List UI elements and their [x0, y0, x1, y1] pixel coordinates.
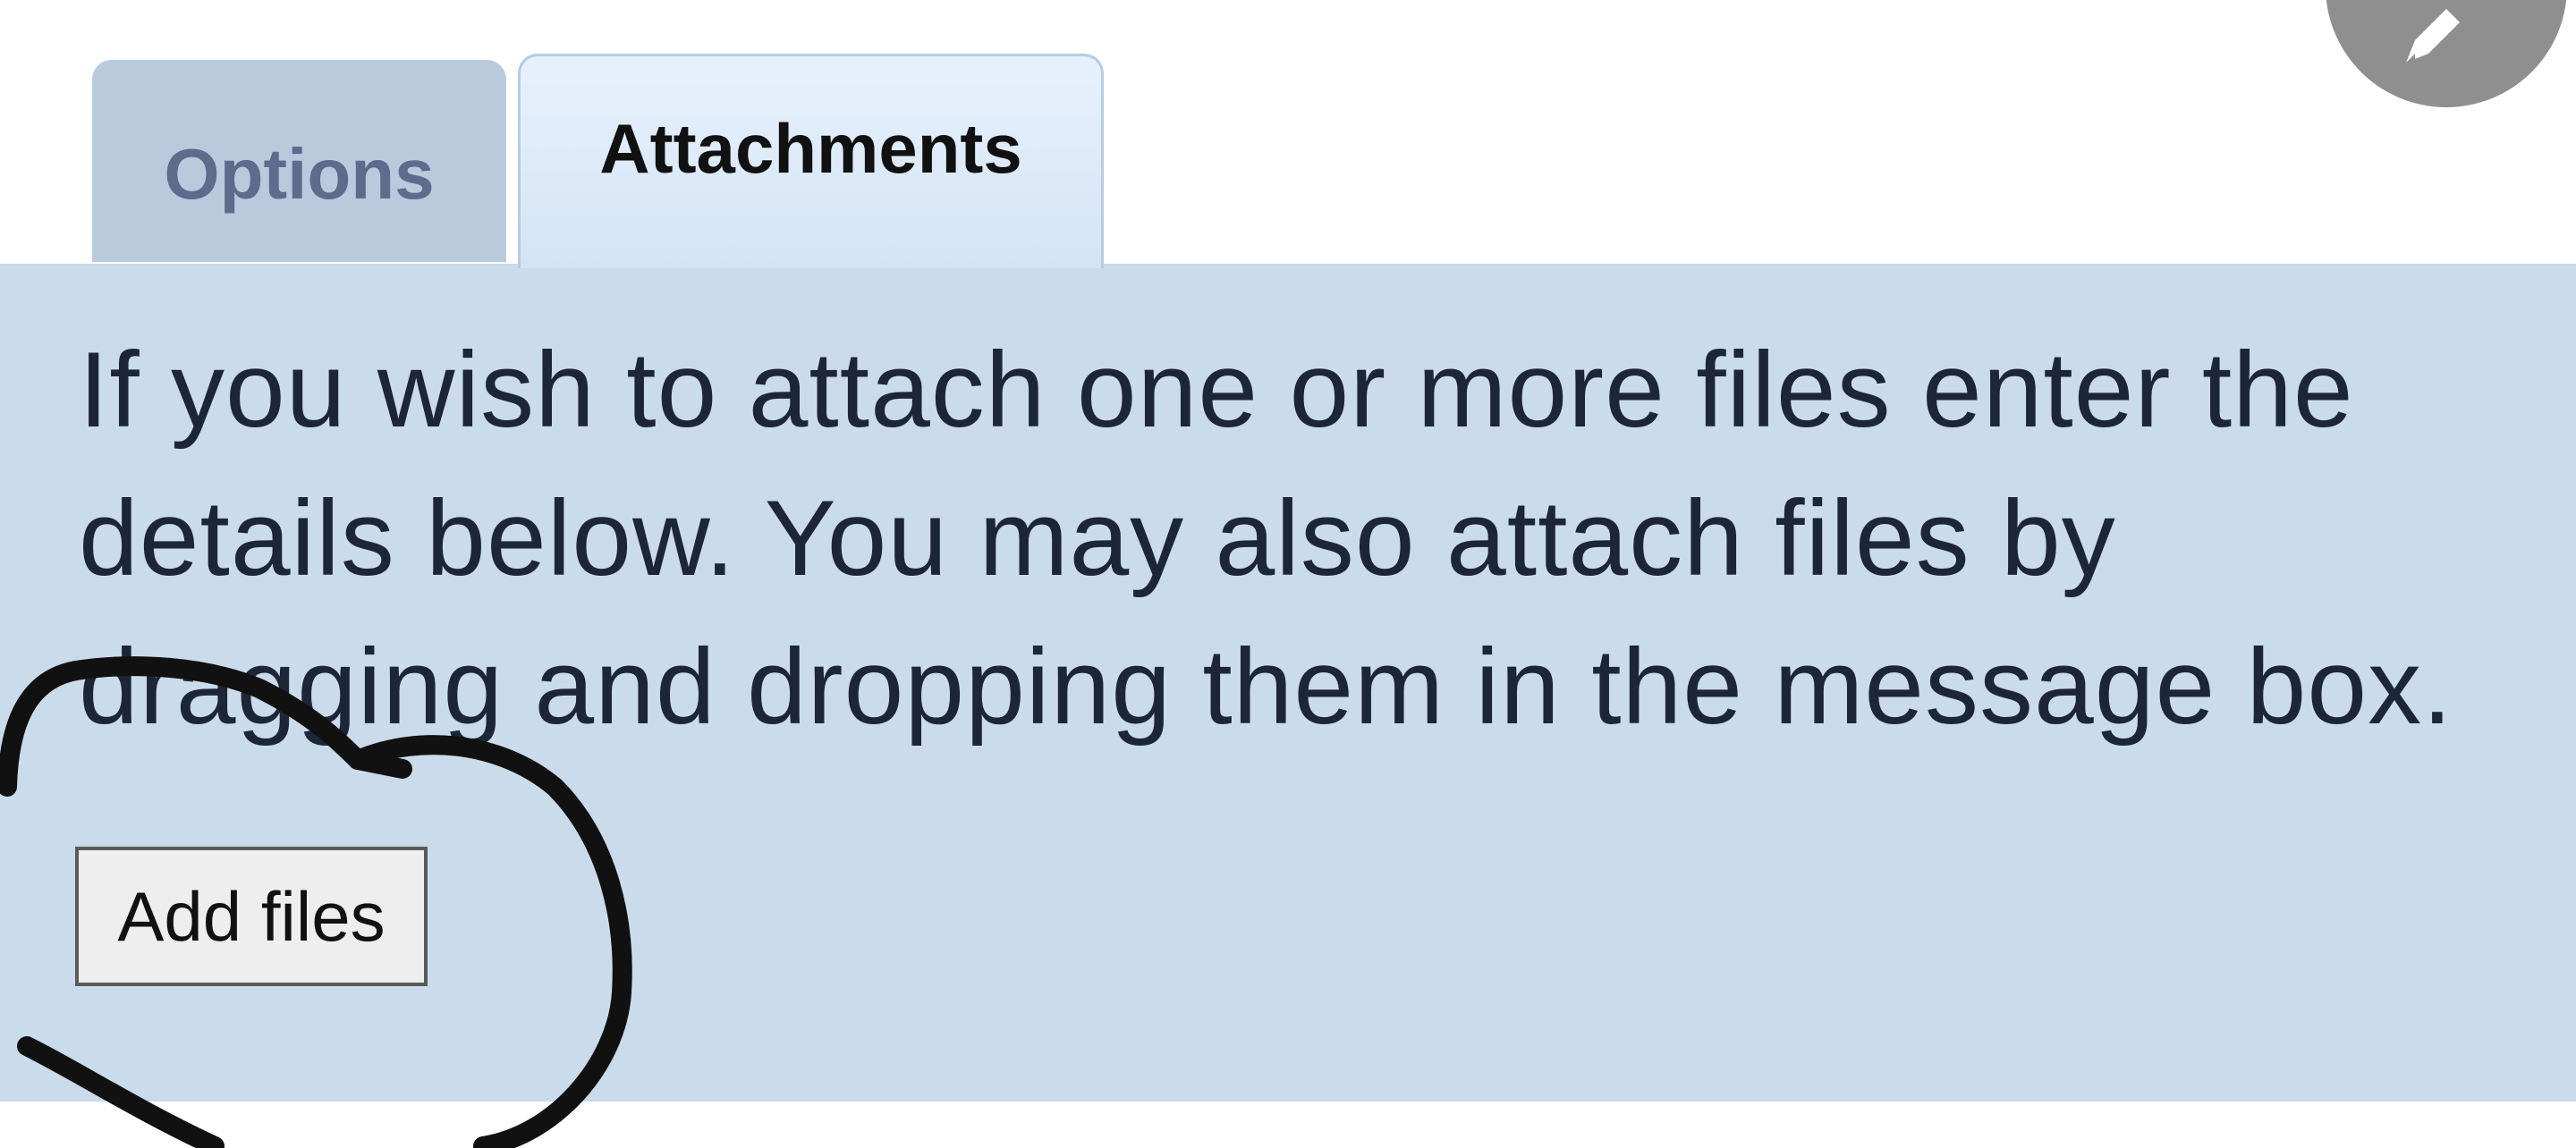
tab-attachments-label: Attachments — [599, 109, 1022, 188]
add-files-button[interactable]: Add files — [75, 847, 428, 986]
tab-options-label: Options — [164, 134, 435, 214]
attachments-instructions: If you wish to attach one or more files … — [79, 330, 2453, 747]
attachments-panel: If you wish to attach one or more files … — [0, 264, 2576, 1102]
tab-attachments[interactable]: Attachments — [518, 54, 1104, 268]
tab-options[interactable]: Options — [92, 60, 506, 262]
pencil-icon — [2406, 9, 2460, 63]
edit-fab-button[interactable] — [2326, 0, 2567, 107]
